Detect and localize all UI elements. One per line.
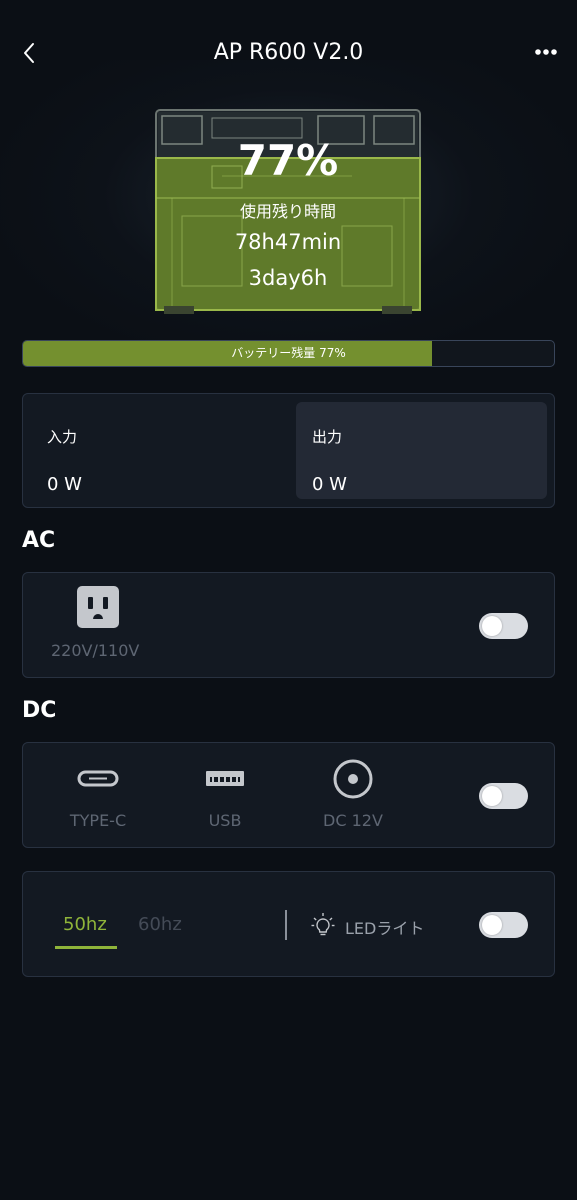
ac-toggle[interactable] — [479, 613, 528, 639]
divider — [285, 910, 287, 940]
device-illustration: 77% 使用残り時間 78h47min 3day6h — [152, 106, 424, 318]
ac-voltage-label: 220V/110V — [51, 641, 140, 660]
output-label: 出力 — [312, 428, 343, 446]
battery-level-label: バッテリー残量 77% — [231, 346, 346, 360]
dc-toggle[interactable] — [479, 783, 528, 809]
ac-section-title: AC — [22, 528, 56, 553]
battery-level-bar: バッテリー残量 77% — [22, 340, 555, 367]
toggle-knob — [482, 786, 502, 806]
toggle-knob — [482, 915, 502, 935]
frequency-selected-underline — [55, 946, 117, 949]
remaining-time-days: 3day6h — [248, 266, 328, 290]
page-title: AP R600 V2.0 — [213, 40, 364, 65]
usb-c-icon — [77, 770, 119, 787]
input-panel[interactable]: 入力 0 W — [31, 402, 289, 499]
led-toggle[interactable] — [479, 912, 528, 938]
lightbulb-icon — [311, 913, 335, 936]
frequency-option-50hz[interactable]: 50hz — [63, 914, 107, 935]
header: AP R600 V2.0 — [0, 0, 577, 106]
power-io-card: 入力 0 W 出力 0 W — [22, 393, 555, 508]
power-outlet-icon — [77, 586, 119, 628]
dc-port-label: DC 12V — [323, 811, 383, 830]
output-value: 0 W — [312, 474, 347, 495]
dc-section-title: DC — [22, 698, 57, 723]
input-label: 入力 — [47, 428, 78, 446]
toggle-knob — [482, 616, 502, 636]
settings-card: 50hz 60hz LEDライト — [22, 871, 555, 977]
battery-overlay: 77% 使用残り時間 78h47min 3day6h — [152, 106, 424, 318]
more-horizontal-icon[interactable] — [533, 44, 559, 60]
dc-port-usb: USB — [195, 759, 255, 830]
dc-port-12v: DC 12V — [318, 759, 388, 830]
ac-card: 220V/110V — [22, 572, 555, 678]
dc-port-type-c: TYPE-C — [65, 759, 131, 830]
battery-percent: 77% — [237, 136, 339, 185]
remaining-time-hours: 78h47min — [234, 230, 342, 254]
dc-card: TYPE-C USB DC 12V — [22, 742, 555, 848]
usb-a-icon — [206, 771, 244, 786]
input-value: 0 W — [47, 474, 82, 495]
dc-port-label: TYPE-C — [69, 811, 127, 830]
led-light-label: LEDライト — [345, 919, 425, 938]
dc-port-label: USB — [208, 811, 242, 830]
output-panel[interactable]: 出力 0 W — [296, 402, 547, 499]
dc-port-icon — [333, 759, 373, 799]
remaining-time-label: 使用残り時間 — [239, 202, 336, 221]
frequency-option-60hz[interactable]: 60hz — [138, 914, 182, 935]
